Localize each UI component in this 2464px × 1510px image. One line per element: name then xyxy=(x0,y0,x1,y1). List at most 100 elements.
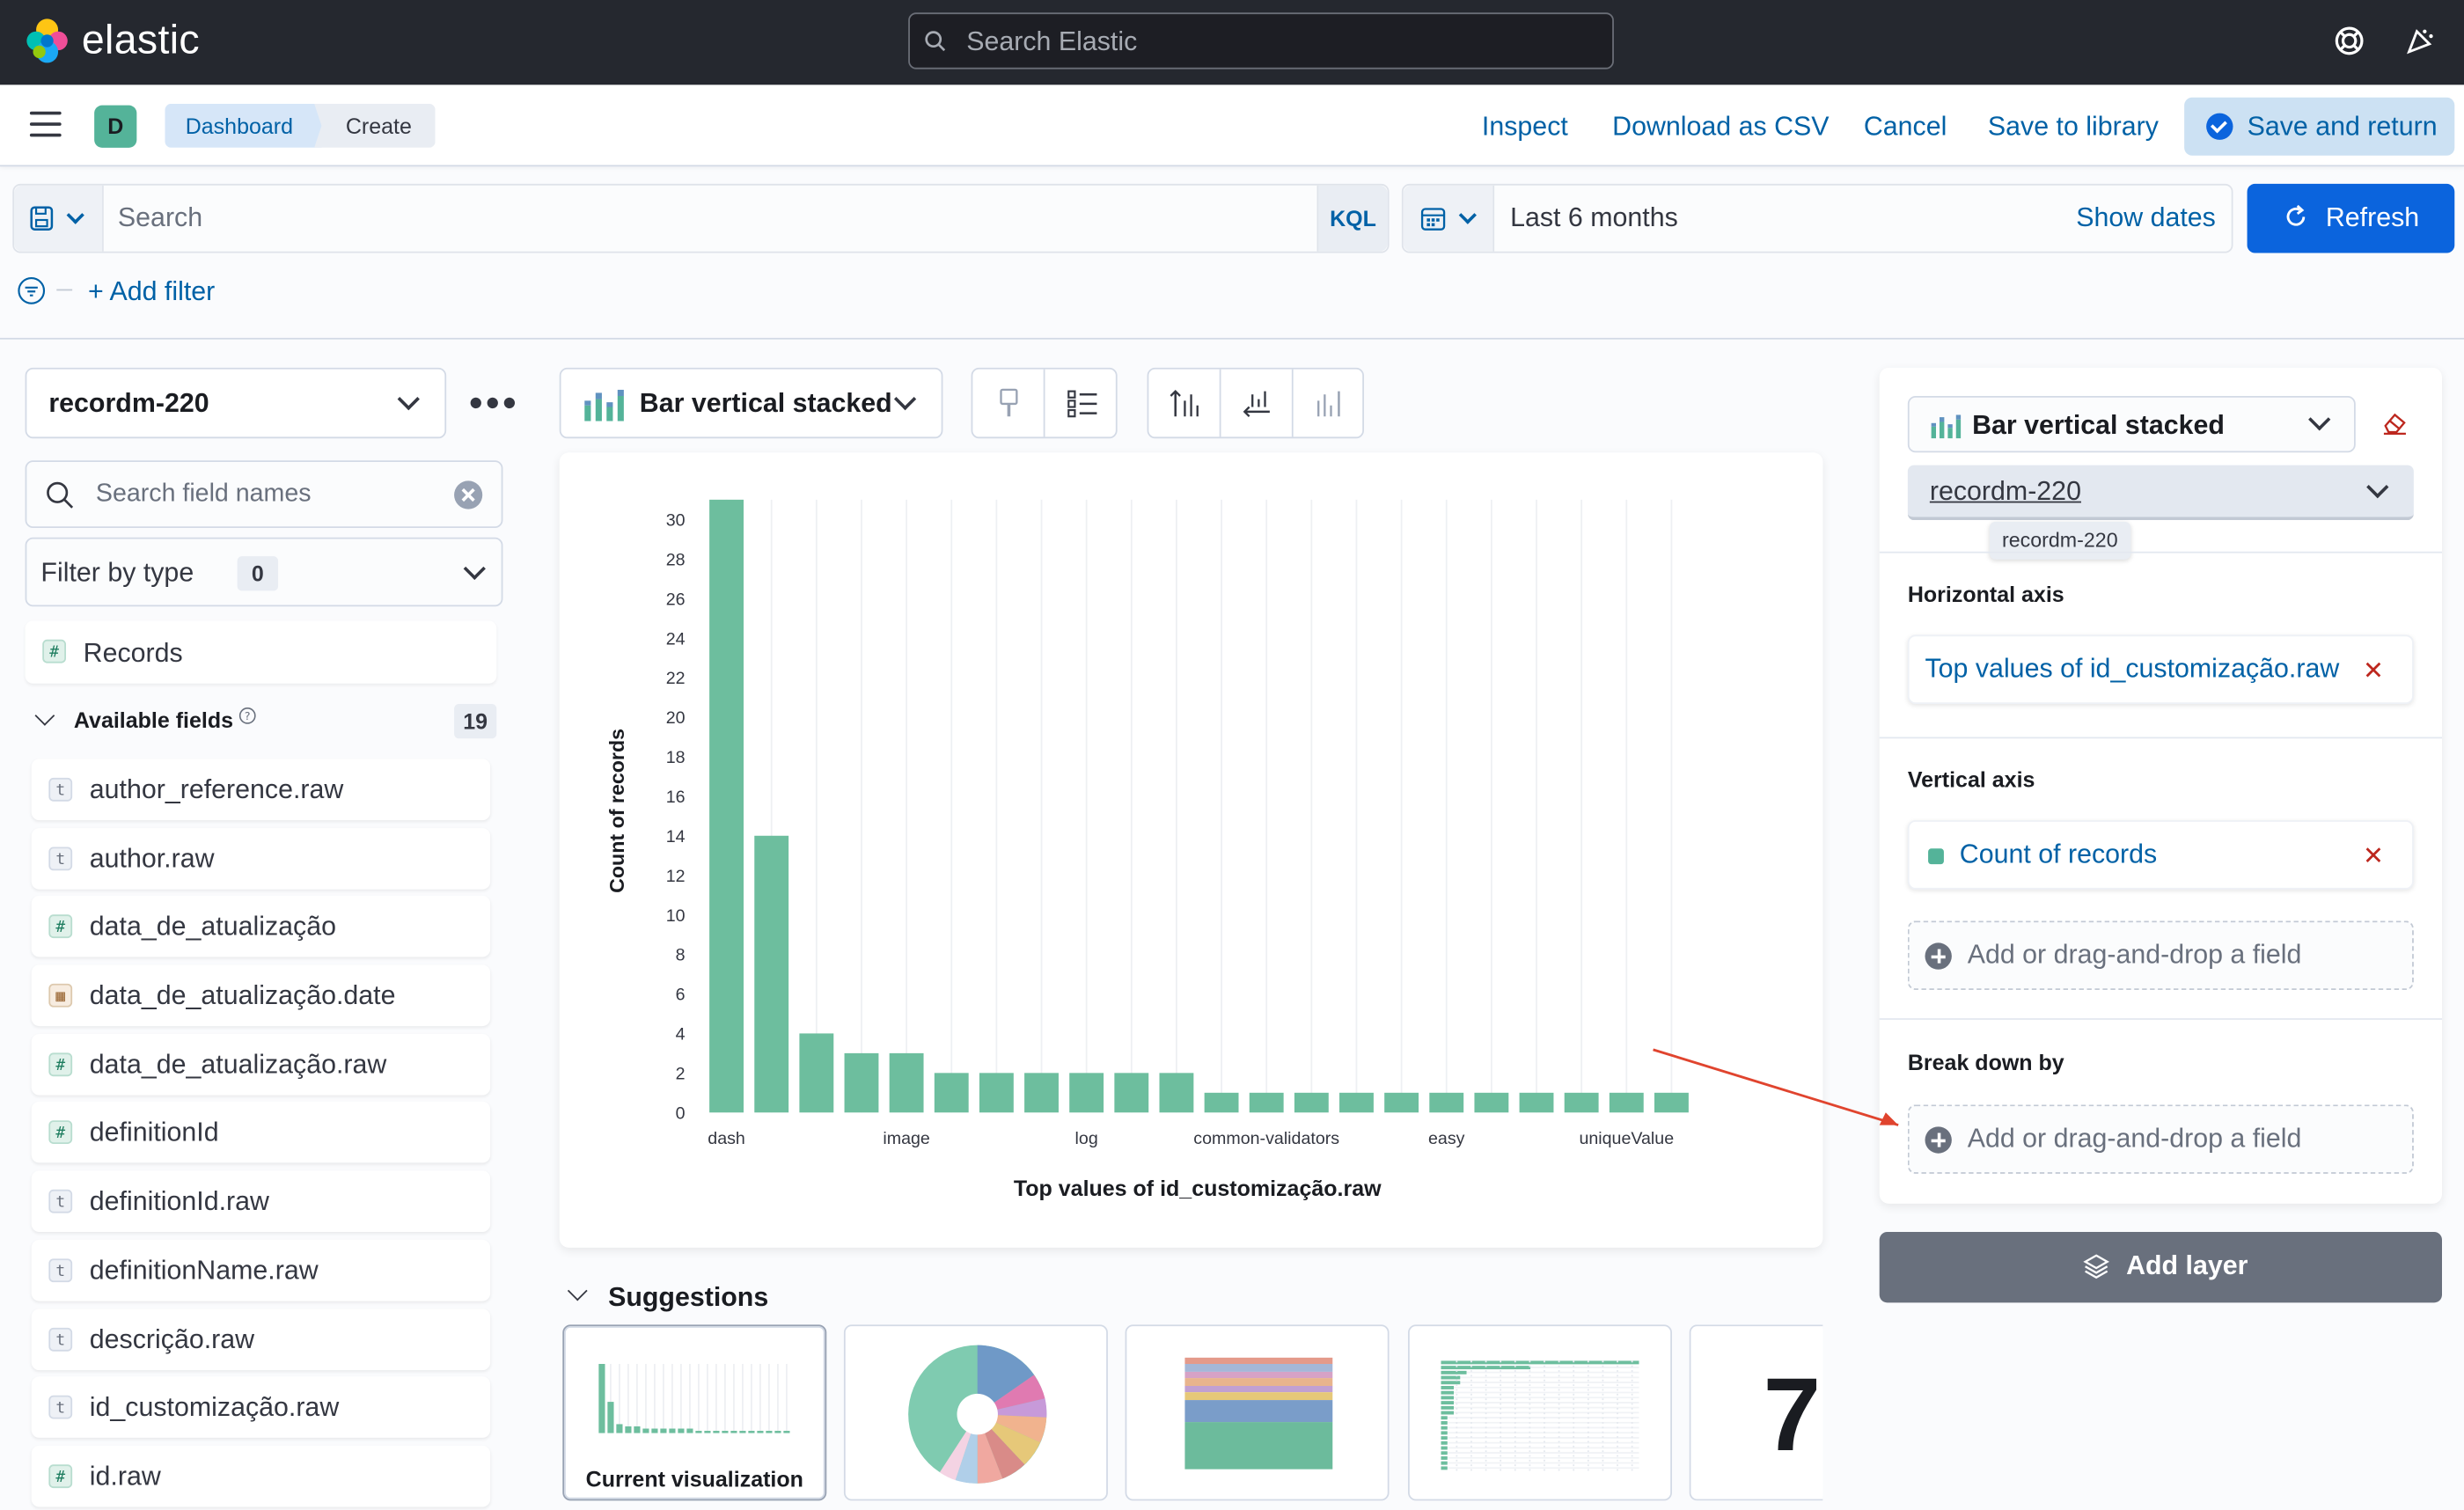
bar[interactable] xyxy=(1384,1092,1419,1113)
number-field-icon: # xyxy=(42,639,66,663)
add-vertical-field-dropzone[interactable]: Add or drag-and-drop a field xyxy=(1907,920,2414,990)
horizontal-axis-dimension[interactable]: Top values of id_customização.raw ✕ xyxy=(1907,634,2414,704)
bar[interactable] xyxy=(1159,1073,1194,1113)
plus-icon xyxy=(1925,1126,1952,1154)
refresh-button[interactable]: Refresh xyxy=(2247,183,2455,253)
field-item[interactable]: t definitionName.raw xyxy=(31,1239,491,1301)
chart-type-select[interactable]: Bar vertical stacked xyxy=(559,367,943,439)
collapse-icon[interactable] xyxy=(34,706,55,726)
suggestion-current[interactable]: Current visualization xyxy=(562,1324,827,1501)
query-input[interactable]: Search xyxy=(118,202,202,234)
bar[interactable] xyxy=(1204,1092,1239,1113)
bar[interactable] xyxy=(1564,1092,1599,1113)
global-search-input[interactable]: Search Elastic xyxy=(908,12,1614,70)
filter-options-icon[interactable] xyxy=(18,276,46,304)
bar[interactable] xyxy=(889,1052,924,1113)
time-range-label[interactable]: Last 6 months xyxy=(1510,202,1678,234)
field-item[interactable]: t author_reference.raw xyxy=(31,759,491,821)
string-field-icon: t xyxy=(48,846,73,870)
info-icon: ? xyxy=(238,707,256,724)
download-csv-link[interactable]: Download as CSV xyxy=(1612,112,1829,143)
bar[interactable] xyxy=(709,499,744,1113)
inspect-link[interactable]: Inspect xyxy=(1482,112,1568,143)
vertical-axis-dimension[interactable]: Count of records ✕ xyxy=(1907,820,2414,890)
field-item[interactable]: t descrição.raw xyxy=(31,1308,491,1370)
field-name: data_de_atualização.raw xyxy=(89,1049,387,1080)
field-item[interactable]: # data_de_atualização xyxy=(31,896,491,958)
suggestion-stacked-percent[interactable] xyxy=(1125,1324,1390,1501)
remove-dimension-icon[interactable]: ✕ xyxy=(2363,840,2384,872)
field-item[interactable]: t id_customização.raw xyxy=(31,1376,491,1439)
bar[interactable] xyxy=(754,835,789,1113)
add-filter-button[interactable]: + Add filter xyxy=(88,276,215,308)
saved-query-button[interactable] xyxy=(14,185,104,252)
bar[interactable] xyxy=(1294,1092,1329,1113)
breadcrumb-dashboard[interactable]: Dashboard xyxy=(165,103,332,148)
suggestion-metric[interactable]: 7 xyxy=(1689,1324,1823,1501)
collapse-suggestions-icon[interactable] xyxy=(567,1280,588,1301)
left-axis-button[interactable] xyxy=(1148,369,1221,437)
space-avatar[interactable]: D xyxy=(94,105,137,148)
suggestion-caption: Current visualization xyxy=(585,1466,803,1492)
field-item[interactable]: # definitionId xyxy=(31,1102,491,1164)
records-field[interactable]: # Records xyxy=(25,620,497,684)
field-item[interactable]: ▦ data_de_atualização.date xyxy=(31,964,491,1027)
visual-options-button[interactable] xyxy=(972,369,1045,437)
clear-layer-icon[interactable] xyxy=(2380,410,2409,436)
save-to-library-link[interactable]: Save to library xyxy=(1988,112,2159,143)
thumbnail-bar xyxy=(774,1431,781,1433)
right-axis-button[interactable] xyxy=(1294,370,1366,437)
thumbnail-hbar xyxy=(1441,1416,1448,1420)
field-item[interactable]: t definitionId.raw xyxy=(31,1170,491,1233)
add-layer-button[interactable]: Add layer xyxy=(1879,1232,2442,1303)
add-breakdown-field-dropzone[interactable]: Add or drag-and-drop a field xyxy=(1907,1104,2414,1174)
help-icon[interactable] xyxy=(2332,24,2366,58)
field-name: author.raw xyxy=(89,843,215,874)
bar[interactable] xyxy=(1519,1092,1554,1113)
clear-icon[interactable] xyxy=(454,480,483,509)
more-options-icon[interactable]: ●●● xyxy=(468,391,518,416)
axis-options-group xyxy=(1147,367,1366,439)
bar[interactable] xyxy=(844,1052,879,1113)
filter-by-type-select[interactable]: Filter by type 0 xyxy=(25,537,503,607)
index-pattern-select[interactable]: recordm-220 xyxy=(25,367,447,439)
bar-chart[interactable]: 024681012141618202224262830dash image log c… xyxy=(560,452,1823,1248)
kql-toggle-button[interactable]: KQL xyxy=(1316,185,1388,252)
thumbnail-bar xyxy=(625,1426,632,1433)
menu-toggle-icon[interactable] xyxy=(29,111,62,140)
field-item[interactable]: # data_de_atualização.raw xyxy=(31,1033,491,1096)
layer-chart-type-select[interactable]: Bar vertical stacked xyxy=(1907,396,2356,453)
layer-chart-type-label: Bar vertical stacked xyxy=(1972,410,2225,440)
field-search-input[interactable]: Search field names xyxy=(25,460,503,528)
field-item[interactable]: # id.raw xyxy=(31,1445,491,1507)
cancel-link[interactable]: Cancel xyxy=(1864,112,1947,143)
elastic-logo-icon[interactable] xyxy=(24,18,71,65)
legend-options-button[interactable] xyxy=(1045,370,1118,437)
save-and-return-button[interactable]: Save and return xyxy=(2184,97,2455,156)
newsfeed-icon[interactable] xyxy=(2402,24,2437,58)
bar[interactable] xyxy=(979,1073,1014,1113)
thumbnail-bar xyxy=(704,1431,711,1433)
bottom-axis-button[interactable] xyxy=(1221,369,1294,437)
bar[interactable] xyxy=(799,1033,834,1113)
bar[interactable] xyxy=(1249,1092,1284,1113)
field-name: definitionId.raw xyxy=(89,1186,269,1217)
bar[interactable] xyxy=(1114,1073,1149,1113)
suggestion-pie[interactable] xyxy=(843,1324,1108,1501)
suggestion-horizontal-bar[interactable] xyxy=(1408,1324,1672,1501)
show-dates-link[interactable]: Show dates xyxy=(2076,202,2216,234)
bar[interactable] xyxy=(1429,1092,1464,1113)
bar[interactable] xyxy=(934,1073,969,1113)
quick-select-button[interactable] xyxy=(1403,185,1495,252)
remove-dimension-icon[interactable]: ✕ xyxy=(2363,656,2384,687)
layer-index-pattern-select[interactable]: recordm-220 xyxy=(1907,465,2414,521)
bar[interactable] xyxy=(1069,1073,1104,1113)
available-fields-count: 19 xyxy=(454,704,497,739)
bar[interactable] xyxy=(1474,1092,1509,1113)
bar[interactable] xyxy=(1339,1092,1374,1113)
thumbnail-hbar xyxy=(1441,1411,1455,1415)
field-item[interactable]: t author.raw xyxy=(31,827,491,890)
chevron-down-icon xyxy=(66,206,84,224)
y-tick-label: 24 xyxy=(666,629,686,649)
bar[interactable] xyxy=(1024,1073,1059,1113)
